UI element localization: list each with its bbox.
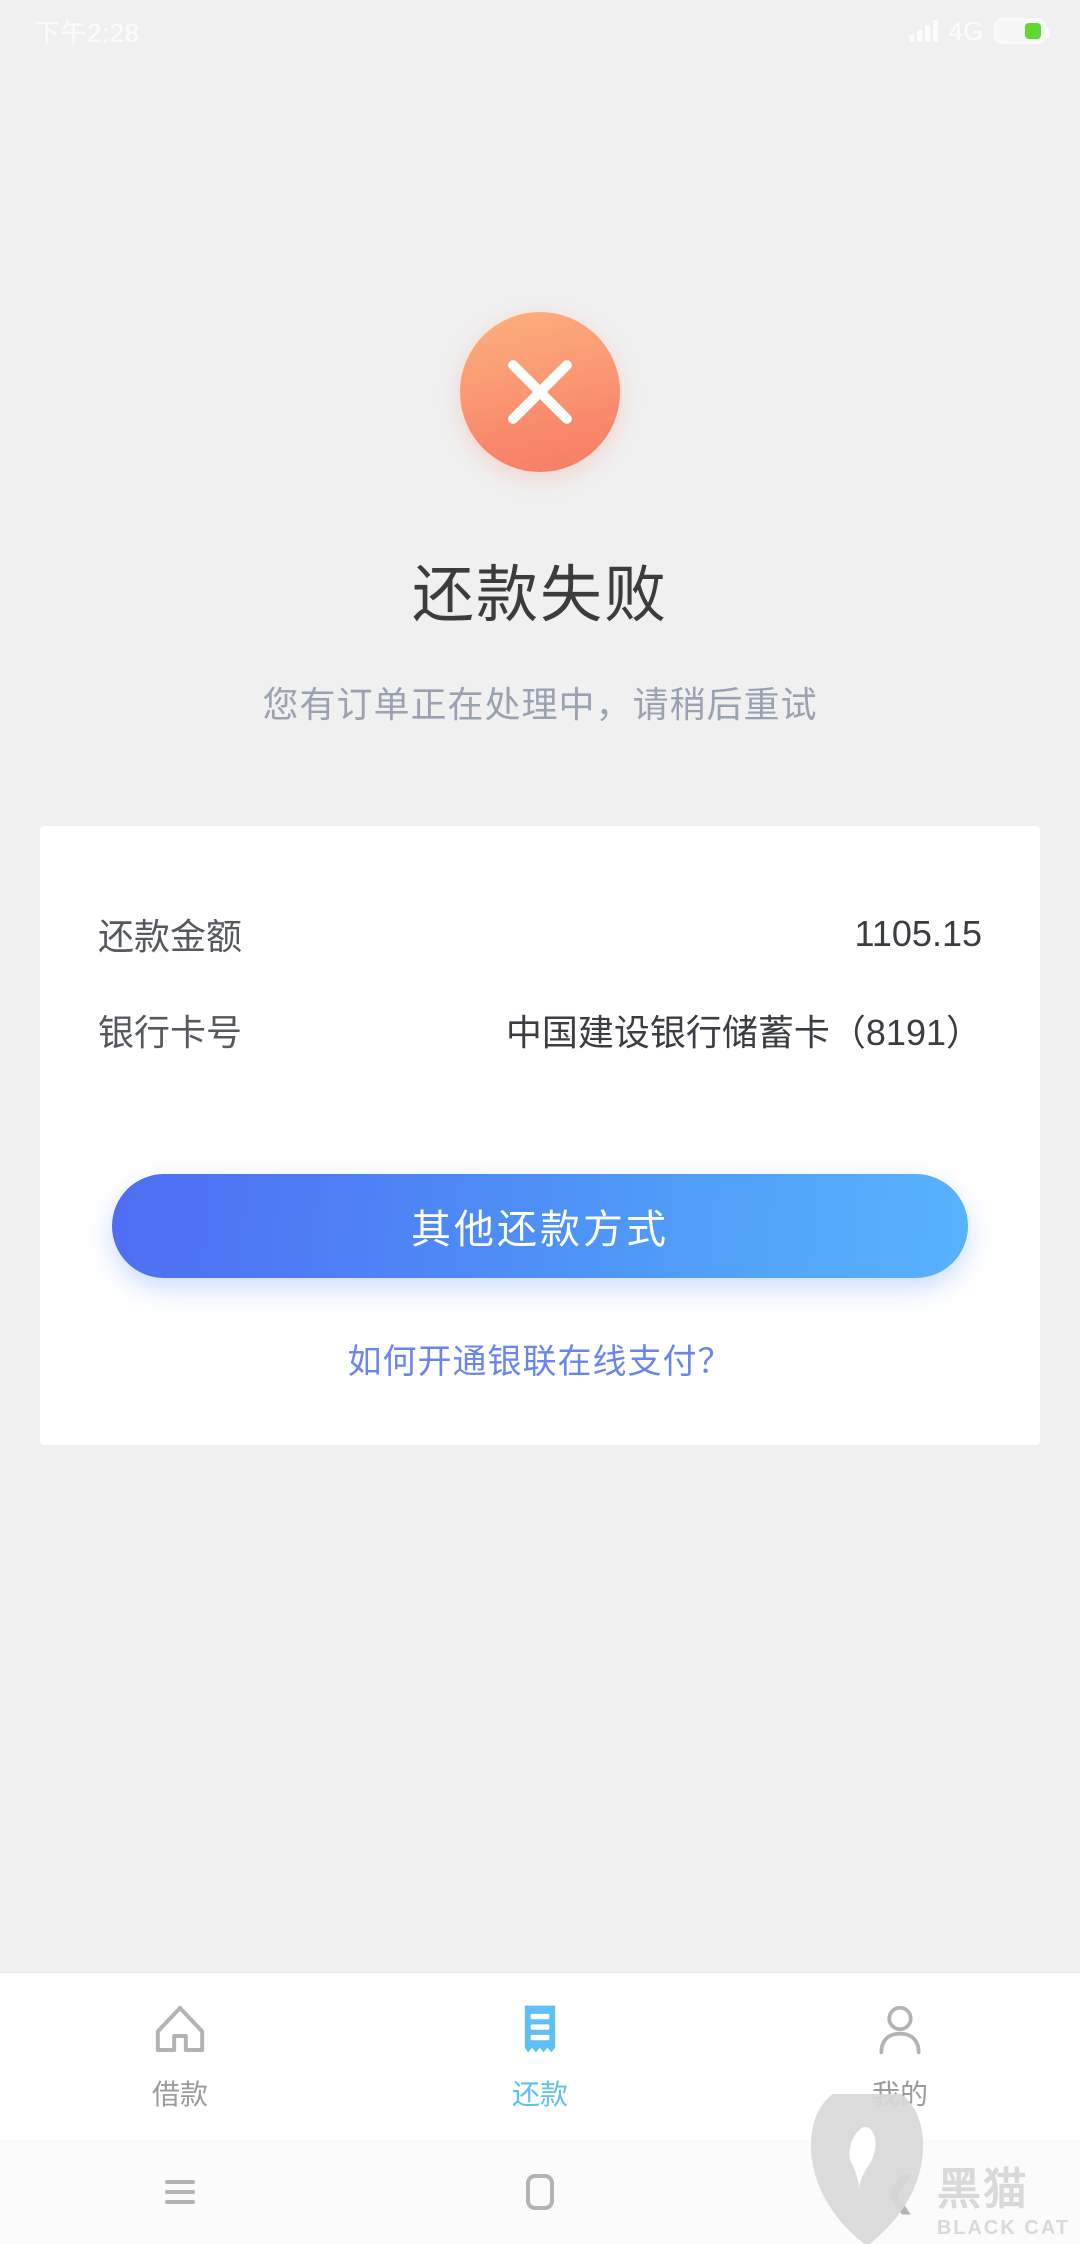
back-button[interactable]: ❮	[720, 2172, 1080, 2212]
tab-borrow[interactable]: 借款	[0, 2001, 360, 2113]
back-chevron-icon: ❮	[883, 2170, 917, 2214]
battery-charging-icon	[994, 18, 1050, 44]
status-time: 下午2:28	[34, 17, 140, 48]
person-icon	[879, 2005, 921, 2054]
detail-card: 还款金额 1105.15 银行卡号 中国建设银行储蓄卡（8191） 其他还款方式…	[40, 826, 1040, 1445]
home-button[interactable]	[360, 2174, 720, 2210]
status-hero: 还款失败 您有订单正在处理中，请稍后重试	[0, 62, 1080, 728]
menu-icon	[165, 2174, 195, 2210]
page-title: 还款失败	[411, 561, 668, 630]
android-nav-bar: ❮ 黑猫 BLACK CAT	[0, 2094, 1080, 2244]
bank-card-label: 银行卡号	[98, 1012, 243, 1053]
battery-fill	[1025, 23, 1041, 39]
recents-button[interactable]	[0, 2174, 360, 2210]
receipt-icon	[524, 2005, 556, 2052]
home-square-icon	[526, 2174, 554, 2210]
status-bar: 下午2:28 4G	[0, 0, 1080, 62]
other-repayment-methods-button[interactable]: 其他还款方式	[112, 1174, 968, 1278]
table-row: 还款金额 1105.15	[98, 886, 982, 982]
signal-bars-icon	[909, 20, 939, 42]
bottom-tab-bar: 借款 还款 我的	[0, 1972, 1080, 2140]
amount-label: 还款金额	[98, 916, 243, 957]
status-bar-left: 下午2:28	[34, 13, 140, 50]
table-row: 银行卡号 中国建设银行储蓄卡（8191）	[98, 982, 982, 1078]
tab-mine-label: 我的	[871, 2078, 928, 2110]
bank-card-value: 中国建设银行储蓄卡（8191）	[505, 1012, 982, 1053]
tab-repay[interactable]: 还款	[360, 2001, 720, 2113]
tab-borrow-label: 借款	[151, 2078, 208, 2110]
page-subtitle: 您有订单正在处理中，请稍后重试	[262, 684, 818, 725]
amount-value: 1105.15	[854, 913, 982, 954]
tab-mine[interactable]: 我的	[720, 2001, 1080, 2113]
status-bar-right: 4G	[909, 15, 1050, 47]
watermark-en: BLACK CAT	[936, 2217, 1070, 2239]
phone-screen: 下午2:28 4G 还款失败 您有订单正在处理中，请稍后重试 还款金额 1105…	[0, 0, 1080, 2244]
other-repayment-methods-label: 其他还款方式	[411, 1208, 669, 1252]
network-label: 4G	[948, 15, 984, 46]
error-cross-icon	[460, 312, 620, 472]
home-icon	[155, 2005, 205, 2052]
unionpay-help-link[interactable]: 如何开通银联在线支付？	[98, 1334, 982, 1383]
tab-repay-label: 还款	[511, 2078, 568, 2110]
